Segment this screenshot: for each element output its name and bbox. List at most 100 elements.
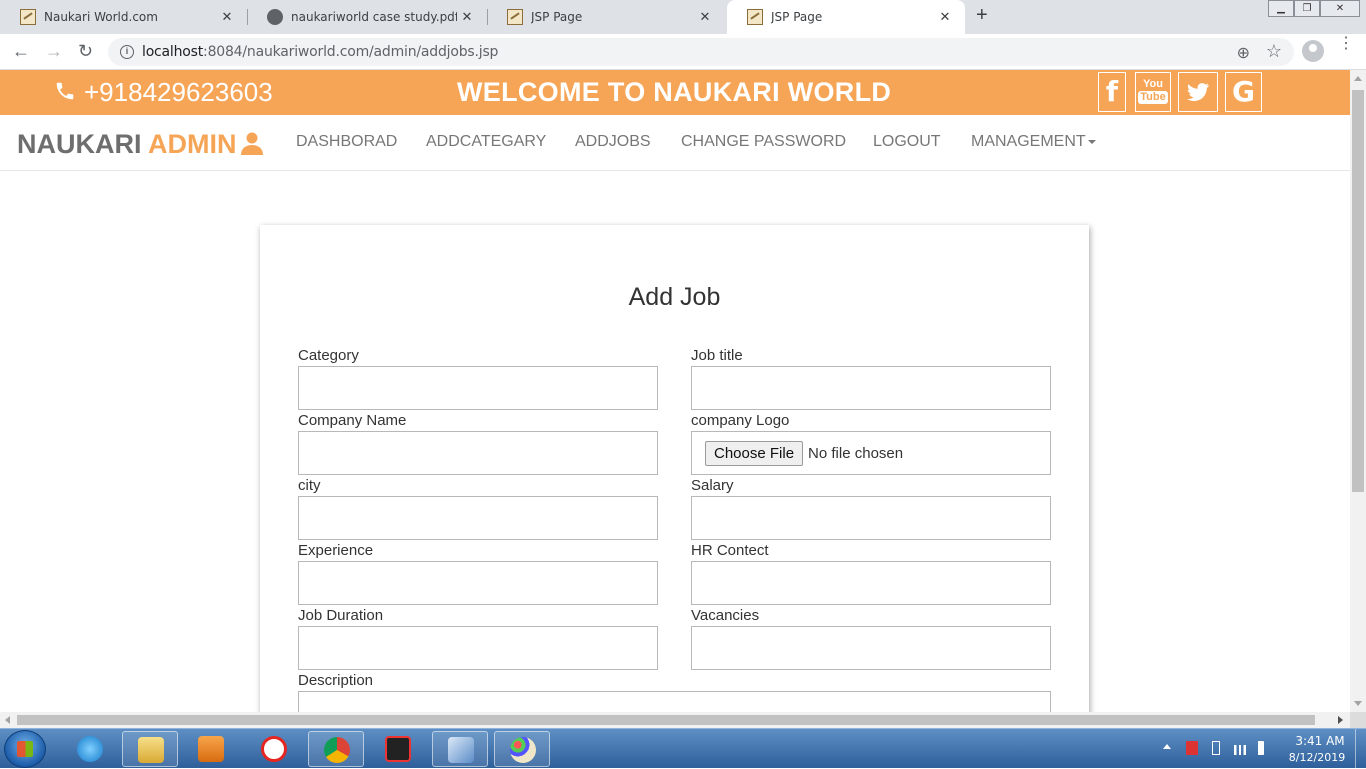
browser-tab[interactable]: Naukari World.com ✕ xyxy=(0,0,247,34)
nav-management-label: MANAGEMENT xyxy=(971,133,1086,150)
tab-close-icon[interactable]: ✕ xyxy=(695,10,715,25)
new-tab-button[interactable]: + xyxy=(976,4,988,27)
company-name-input[interactable] xyxy=(298,431,658,475)
experience-label: Experience xyxy=(298,542,374,559)
salary-input[interactable] xyxy=(691,496,1051,540)
show-hidden-icons-arrow[interactable] xyxy=(1163,744,1171,749)
chrome-icon[interactable] xyxy=(308,731,364,767)
scroll-down-arrow-icon[interactable] xyxy=(1354,701,1362,706)
form-title: Add Job xyxy=(628,283,721,311)
url-path: :8084/naukariworld.com/admin/addjobs.jsp xyxy=(203,44,499,60)
nav-change-password[interactable]: CHANGE PASSWORD xyxy=(681,133,846,151)
start-button[interactable] xyxy=(4,730,46,768)
job-duration-input[interactable] xyxy=(298,626,658,670)
city-input[interactable] xyxy=(298,496,658,540)
tab-title: Naukari World.com xyxy=(44,10,158,24)
show-desktop-button[interactable] xyxy=(1355,729,1366,769)
window-controls: ▁ ❐ ✕ xyxy=(1268,0,1360,17)
admin-navbar: NAUKARI ADMIN DASHBORAD ADDCATEGARY ADDJ… xyxy=(0,115,1350,171)
nav-add-jobs[interactable]: ADDJOBS xyxy=(575,133,651,151)
page-icon xyxy=(20,9,36,25)
hr-contact-label: HR Contect xyxy=(691,542,769,559)
scroll-right-arrow-icon[interactable] xyxy=(1338,716,1343,724)
facebook-icon[interactable]: f xyxy=(1098,72,1126,112)
globe-icon xyxy=(267,9,283,25)
nav-dashboard[interactable]: DASHBORAD xyxy=(296,133,397,151)
internet-explorer-icon[interactable] xyxy=(62,731,118,767)
nav-management-dropdown[interactable]: MANAGEMENT xyxy=(971,133,1096,151)
welcome-banner: WELCOME TO NAUKARI WORLD xyxy=(457,77,892,107)
browser-tab[interactable]: JSP Page ✕ xyxy=(487,0,725,34)
vertical-scrollbar[interactable] xyxy=(1350,70,1366,712)
close-window-icon[interactable]: ✕ xyxy=(1320,0,1360,17)
windows-taskbar: 3:41 AM 8/12/2019 xyxy=(0,728,1366,769)
forward-icon[interactable]: → xyxy=(45,41,63,62)
job-duration-label: Job Duration xyxy=(298,607,384,624)
tab-close-icon[interactable]: ✕ xyxy=(457,10,477,25)
tab-close-icon[interactable]: ✕ xyxy=(217,10,237,25)
restore-icon[interactable]: ❐ xyxy=(1294,0,1320,17)
job-title-input[interactable] xyxy=(691,366,1051,410)
vertical-scroll-thumb[interactable] xyxy=(1352,90,1364,492)
phone-number: +918429623603 xyxy=(84,77,273,107)
horizontal-scrollbar[interactable] xyxy=(0,712,1350,728)
tab-title: JSP Page xyxy=(771,10,823,24)
clock-time[interactable]: 3:41 AM xyxy=(1290,734,1350,748)
back-icon[interactable]: ← xyxy=(12,41,30,62)
url-text[interactable]: localhost:8084/naukariworld.com/admin/ad… xyxy=(142,44,498,60)
browser-tab-strip: Naukari World.com ✕ naukariworld case st… xyxy=(0,0,1366,34)
choose-file-button[interactable]: Choose File xyxy=(705,440,804,466)
vacancies-input[interactable] xyxy=(691,626,1051,670)
job-title-label: Job title xyxy=(691,347,743,364)
paint-icon[interactable] xyxy=(494,731,550,767)
category-input[interactable] xyxy=(298,366,658,410)
file-explorer-icon[interactable] xyxy=(122,731,178,767)
network-signal-icon[interactable] xyxy=(1234,745,1246,755)
horizontal-scroll-thumb[interactable] xyxy=(17,715,1315,725)
clock-date[interactable]: 8/12/2019 xyxy=(1284,751,1350,764)
google-icon[interactable]: G xyxy=(1225,72,1262,112)
page-icon xyxy=(507,9,523,25)
brand-logo[interactable]: NAUKARI ADMIN xyxy=(17,129,237,160)
battery-icon[interactable] xyxy=(1212,741,1220,755)
profile-avatar-icon[interactable] xyxy=(1302,40,1324,62)
user-icon xyxy=(241,132,263,155)
bookmark-star-icon[interactable]: ☆ xyxy=(1266,41,1282,62)
nav-logout[interactable]: LOGOUT xyxy=(873,133,941,151)
browser-tab-active[interactable]: JSP Page ✕ xyxy=(727,0,965,34)
company-logo-label: company Logo xyxy=(691,412,790,429)
info-icon[interactable]: i xyxy=(120,45,134,59)
media-player-icon[interactable] xyxy=(183,731,239,767)
twitter-icon[interactable] xyxy=(1178,72,1218,112)
yandex-icon[interactable] xyxy=(246,731,302,767)
nav-add-category[interactable]: ADDCATEGARY xyxy=(426,133,546,151)
experience-input[interactable] xyxy=(298,561,658,605)
zoom-icon[interactable]: ⊕ xyxy=(1237,43,1250,63)
phone-icon xyxy=(56,82,74,100)
youtube-icon[interactable]: You Tube xyxy=(1135,72,1171,112)
action-center-icon[interactable] xyxy=(1186,741,1198,755)
description-textarea[interactable] xyxy=(298,691,1051,712)
browser-toolbar: ← → ↻ i localhost:8084/naukariworld.com/… xyxy=(0,34,1366,70)
address-bar[interactable]: i localhost:8084/naukariworld.com/admin/… xyxy=(108,38,1294,66)
description-label: Description xyxy=(298,672,374,689)
browser-menu-icon[interactable]: ⋮ xyxy=(1338,36,1354,52)
minimize-icon[interactable]: ▁ xyxy=(1268,0,1294,17)
tab-title: naukariworld case study.pdf xyxy=(291,10,457,24)
brand-main-text: NAUKARI xyxy=(17,129,142,159)
volume-icon[interactable] xyxy=(1258,741,1268,755)
scroll-up-arrow-icon[interactable] xyxy=(1354,76,1362,81)
msconfig-icon[interactable] xyxy=(370,731,426,767)
browser-tab[interactable]: naukariworld case study.pdf ✕ xyxy=(247,0,487,34)
reload-icon[interactable]: ↻ xyxy=(78,41,93,62)
category-label: Category xyxy=(298,347,359,364)
page-icon xyxy=(747,9,763,25)
top-contact-bar: +918429623603 WELCOME TO NAUKARI WORLD f… xyxy=(0,70,1350,115)
hr-contact-input[interactable] xyxy=(691,561,1051,605)
virtualbox-icon[interactable] xyxy=(432,731,488,767)
city-label: city xyxy=(298,477,321,494)
company-logo-file-input[interactable]: Choose File No file chosen xyxy=(691,431,1051,475)
file-status-text: No file chosen xyxy=(808,444,904,462)
scroll-left-arrow-icon[interactable] xyxy=(5,716,10,724)
tab-close-icon[interactable]: ✕ xyxy=(935,10,955,25)
